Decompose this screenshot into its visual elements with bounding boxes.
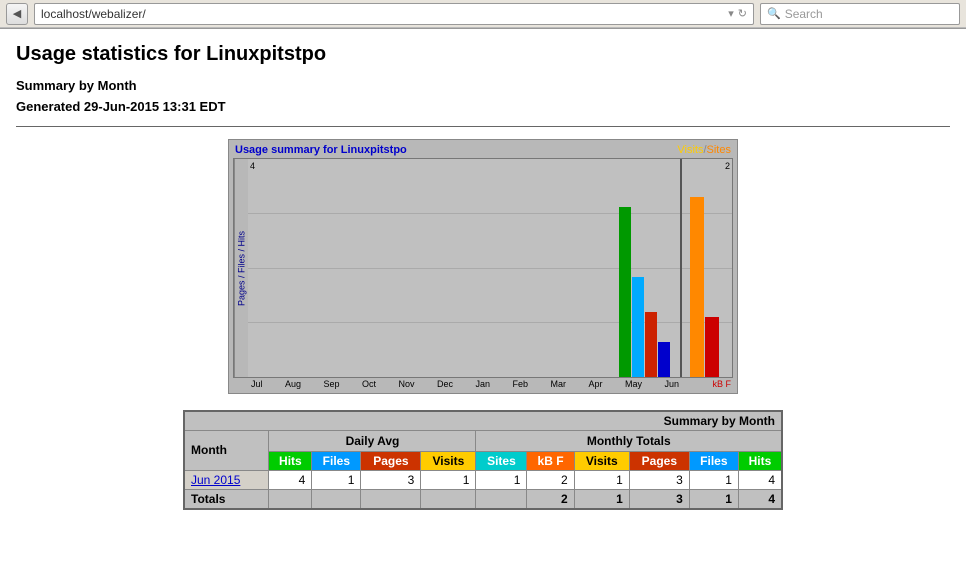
monthly-kbf: 2 xyxy=(527,470,574,489)
dropdown-icon[interactable]: ▾ xyxy=(728,7,734,20)
x-label-may: May xyxy=(625,379,642,389)
bar-sites xyxy=(690,197,704,377)
header-hits2: Hits xyxy=(738,451,782,470)
daily-pages: 3 xyxy=(361,470,421,489)
chart-left-panel: 4 xyxy=(248,159,682,377)
totals-visits: 1 xyxy=(574,489,629,509)
table-row: Jun 2015 4 1 3 1 1 2 1 3 1 4 xyxy=(184,470,782,489)
x-axis-row: Jul Aug Sep Oct Nov Dec Jan Feb Mar Apr … xyxy=(233,378,733,389)
x-label-aug: Aug xyxy=(285,379,301,389)
totals-row: Totals 2 1 3 1 4 xyxy=(184,489,782,509)
x-label-jun: Jun xyxy=(664,379,679,389)
totals-kbf: 2 xyxy=(527,489,574,509)
x-label-feb: Feb xyxy=(513,379,529,389)
header-files: Files xyxy=(312,451,361,470)
chart-inner: Pages / Files / Hits 4 xyxy=(233,158,733,378)
chart-header: Usage summary for Linuxpitstpo Visits/Si… xyxy=(233,144,733,156)
summary-table: Summary by Month Month Daily Avg Monthly… xyxy=(183,410,783,510)
table-title: Summary by Month xyxy=(184,411,782,431)
header-kbf: kB F xyxy=(527,451,574,470)
summary-table-container: Summary by Month Month Daily Avg Monthly… xyxy=(16,410,950,510)
daily-files: 1 xyxy=(312,470,361,489)
x-labels-left: Jul Aug Sep Oct Nov Dec Jan Feb Mar Apr … xyxy=(247,379,683,389)
monthly-visits: 1 xyxy=(574,470,629,489)
chart-right-panel: 2 xyxy=(682,159,732,377)
search-placeholder: Search xyxy=(785,7,823,21)
totals-pages: 3 xyxy=(629,489,689,509)
x-label-nov: Nov xyxy=(399,379,415,389)
col-month-header: Month xyxy=(184,430,269,470)
legend-visits: Visits xyxy=(677,144,703,156)
chart-legend: Visits/Sites xyxy=(677,144,731,156)
bar-pages xyxy=(645,312,657,377)
header-pages2: Pages xyxy=(629,451,689,470)
month-cell: Jun 2015 xyxy=(184,470,269,489)
bar-hits xyxy=(619,207,631,377)
chart-grid xyxy=(248,159,680,377)
x-label-oct: Oct xyxy=(362,379,376,389)
header-pages: Pages xyxy=(361,451,421,470)
summary-by-month-label: Summary by Month xyxy=(16,76,950,97)
grid-line-2 xyxy=(248,268,680,269)
bar-kbf xyxy=(705,317,719,377)
header-files2: Files xyxy=(689,451,738,470)
right-bars xyxy=(690,197,719,377)
bar-files xyxy=(632,277,644,377)
monthly-hits: 4 xyxy=(738,470,782,489)
totals-files: 1 xyxy=(689,489,738,509)
url-text: localhost/webalizer/ xyxy=(41,7,728,21)
monthly-pages: 3 xyxy=(629,470,689,489)
page-title: Usage statistics for Linuxpitstpo xyxy=(16,43,950,66)
url-icons: ▾ ↻ xyxy=(728,7,747,20)
daily-visits: 1 xyxy=(421,470,476,489)
url-bar[interactable]: localhost/webalizer/ ▾ ↻ xyxy=(34,3,754,25)
search-bar[interactable]: 🔍 Search xyxy=(760,3,960,25)
totals-empty-sites xyxy=(476,489,527,509)
page-content: Usage statistics for Linuxpitstpo Summar… xyxy=(0,29,966,563)
header-sites: Sites xyxy=(476,451,527,470)
totals-empty-4 xyxy=(421,489,476,509)
refresh-icon[interactable]: ↻ xyxy=(738,7,747,20)
bars-group xyxy=(619,207,670,377)
header-visits2: Visits xyxy=(574,451,629,470)
chart-container: Usage summary for Linuxpitstpo Visits/Si… xyxy=(16,139,950,394)
generated-label: Generated 29-Jun-2015 13:31 EDT xyxy=(16,97,950,118)
grid-line-3 xyxy=(248,322,680,323)
daily-hits: 4 xyxy=(269,470,312,489)
bar-visits xyxy=(658,342,670,377)
back-button[interactable]: ◀ xyxy=(6,3,28,25)
divider xyxy=(16,126,950,127)
nav-bar: ◀ localhost/webalizer/ ▾ ↻ 🔍 Search xyxy=(0,0,966,28)
monthly-files: 1 xyxy=(689,470,738,489)
back-icon: ◀ xyxy=(13,7,21,20)
totals-hits: 4 xyxy=(738,489,782,509)
search-icon: 🔍 xyxy=(767,7,781,20)
totals-label: Totals xyxy=(184,489,269,509)
x-label-apr: Apr xyxy=(588,379,602,389)
x-label-right: kB F xyxy=(683,379,733,389)
header-hits: Hits xyxy=(269,451,312,470)
totals-empty-3 xyxy=(361,489,421,509)
x-label-mar: Mar xyxy=(551,379,567,389)
x-label-dec: Dec xyxy=(437,379,453,389)
x-label-jul: Jul xyxy=(251,379,263,389)
month-link[interactable]: Jun 2015 xyxy=(191,473,240,487)
totals-empty-1 xyxy=(269,489,312,509)
grid-line-1 xyxy=(248,213,680,214)
chart-title: Usage summary for Linuxpitstpo xyxy=(235,144,407,156)
x-label-jan: Jan xyxy=(476,379,491,389)
y-top-label-right: 2 xyxy=(725,161,730,171)
y-axis-label: Pages / Files / Hits xyxy=(234,159,248,377)
chart-box: Usage summary for Linuxpitstpo Visits/Si… xyxy=(228,139,738,394)
legend-sites: Sites xyxy=(707,144,731,156)
browser-chrome: ◀ localhost/webalizer/ ▾ ↻ 🔍 Search xyxy=(0,0,966,29)
totals-empty-2 xyxy=(312,489,361,509)
col-group-daily: Daily Avg xyxy=(269,430,476,451)
x-label-sep: Sep xyxy=(324,379,340,389)
header-visits: Visits xyxy=(421,451,476,470)
monthly-sites: 1 xyxy=(476,470,527,489)
col-group-monthly: Monthly Totals xyxy=(476,430,782,451)
